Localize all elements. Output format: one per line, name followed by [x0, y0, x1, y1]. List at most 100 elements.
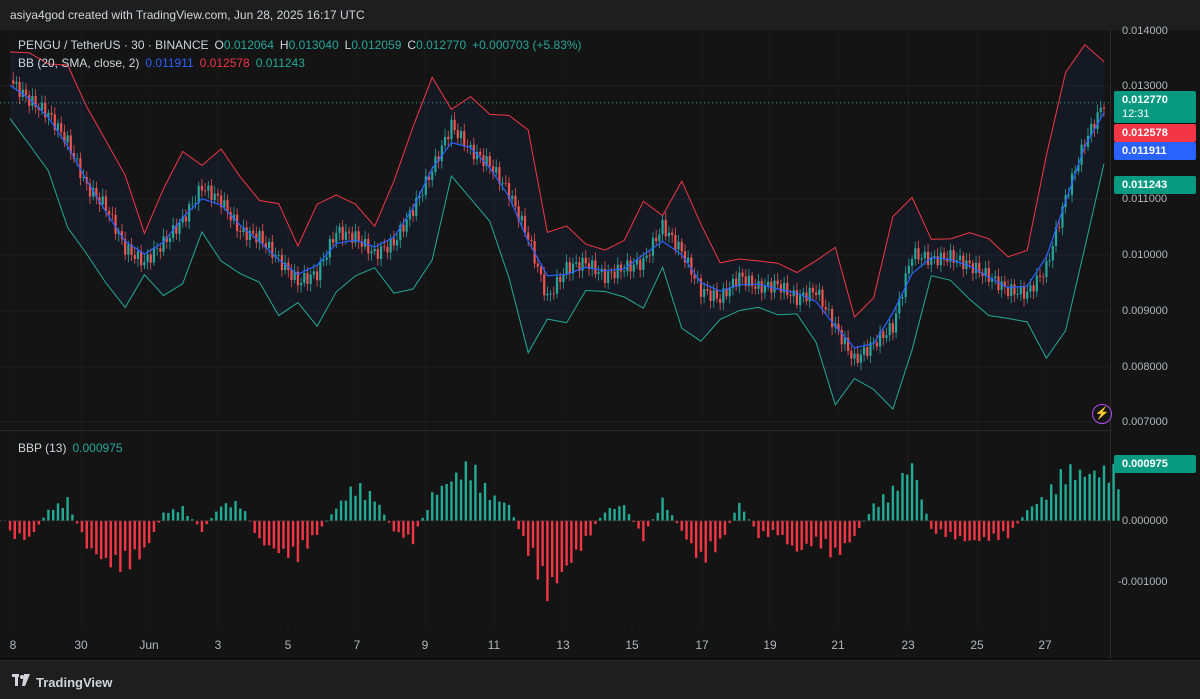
pane-divider[interactable]	[0, 430, 1110, 431]
candle-body	[882, 331, 885, 338]
candle-body	[450, 119, 453, 140]
bbp-bar	[670, 515, 674, 521]
candle-body	[530, 239, 533, 242]
lightning-icon[interactable]: ⚡	[1092, 404, 1112, 424]
candle-body	[894, 313, 898, 333]
bbp-bar	[522, 520, 525, 536]
bbp-bar	[1107, 482, 1110, 521]
open-value: 0.012064	[223, 38, 274, 52]
candle-body	[28, 95, 31, 106]
bbp-bar	[301, 520, 304, 541]
bbp-bar	[383, 514, 386, 521]
bbp-bar	[608, 508, 611, 521]
candle-body	[309, 274, 312, 284]
date-tick: Jun	[139, 638, 159, 652]
candle-body	[926, 251, 930, 265]
candle-body	[325, 257, 328, 260]
candle-body	[245, 227, 248, 241]
candle-body	[910, 259, 914, 266]
bbp-bar	[896, 490, 899, 521]
bbp-bar	[339, 500, 343, 521]
bbp-bar	[397, 520, 400, 533]
bbp-bar	[123, 520, 127, 551]
bbp-bar	[834, 520, 837, 548]
bbp-bar	[560, 520, 563, 572]
date-tick: 27	[1038, 638, 1052, 652]
candle-body	[376, 248, 379, 259]
candle-body	[447, 136, 450, 140]
candle-body	[261, 231, 264, 244]
candle-body	[891, 323, 894, 333]
candle-body	[469, 144, 472, 148]
candle-body	[453, 119, 456, 131]
bbp-bar	[205, 520, 208, 525]
bbp-bar	[373, 501, 376, 521]
candle-body	[1099, 107, 1102, 113]
bbp-bar	[1102, 465, 1106, 521]
candle-body	[1029, 285, 1032, 292]
candle-body	[728, 287, 731, 297]
bbp-bar	[704, 520, 707, 563]
bbp-bar	[282, 520, 285, 549]
bbp-bar	[330, 514, 333, 521]
bbp-bar	[637, 520, 640, 529]
candle-body	[56, 123, 60, 131]
bbp-bar	[195, 520, 199, 525]
candle-body	[789, 295, 792, 297]
candle-body	[443, 136, 447, 146]
bbp-bar	[618, 506, 621, 521]
bbp-bar	[287, 520, 290, 558]
candle-body	[619, 264, 623, 272]
candle-body	[136, 251, 140, 259]
candle-body	[709, 290, 712, 301]
bbp-bar	[555, 520, 559, 584]
candle-body	[162, 236, 165, 252]
candle-body	[402, 225, 405, 232]
candle-body	[779, 284, 783, 293]
bbp-bar	[215, 511, 218, 521]
bbp-bar	[906, 474, 909, 521]
candle-body	[204, 190, 207, 192]
bbp-bar	[949, 520, 952, 532]
chart-svg[interactable]	[0, 0, 1200, 698]
bbp-bar	[27, 520, 31, 537]
bbp-bar	[661, 497, 664, 521]
bbp-bar	[517, 520, 520, 530]
candle-body	[827, 309, 831, 310]
candle-body	[1010, 284, 1013, 296]
bbp-bar	[546, 520, 549, 602]
candle-body	[546, 293, 549, 296]
bbp-bar	[1040, 497, 1043, 521]
candle-body	[815, 292, 818, 295]
candle-body	[341, 226, 344, 240]
bbp-bar	[858, 520, 861, 529]
bbp-bar	[109, 520, 112, 568]
bbp-bar	[1054, 494, 1058, 521]
bbp-tick: -0.001000	[1118, 576, 1168, 588]
candle-body	[555, 276, 559, 294]
bbp-bar	[997, 520, 1000, 540]
bbp-bar	[992, 520, 995, 534]
candle-body	[395, 240, 399, 246]
bbp-bar	[829, 520, 832, 558]
candle-body	[156, 248, 159, 249]
bbp-bar	[939, 520, 943, 530]
candle-body	[146, 254, 149, 263]
bbp-bar	[243, 511, 247, 521]
date-tick: 30	[74, 638, 88, 652]
bbp-bar	[234, 501, 237, 521]
date-tick: 7	[353, 638, 361, 652]
bbp-bar	[762, 520, 765, 532]
bbp-bar	[1021, 517, 1024, 521]
candle-body	[1102, 107, 1106, 109]
candle-body	[811, 287, 815, 293]
candle-body	[411, 210, 415, 216]
bbp-bar	[589, 520, 592, 536]
bb-upper-tag: 0.012578	[1114, 124, 1196, 142]
bbp-bar	[104, 520, 108, 558]
bbp-bar	[306, 520, 309, 549]
bbp-legend: BBP (13) 0.000975	[18, 441, 129, 455]
date-tick: 9	[421, 638, 429, 652]
high-value: 0.013040	[288, 38, 339, 52]
candle-body	[207, 185, 210, 191]
